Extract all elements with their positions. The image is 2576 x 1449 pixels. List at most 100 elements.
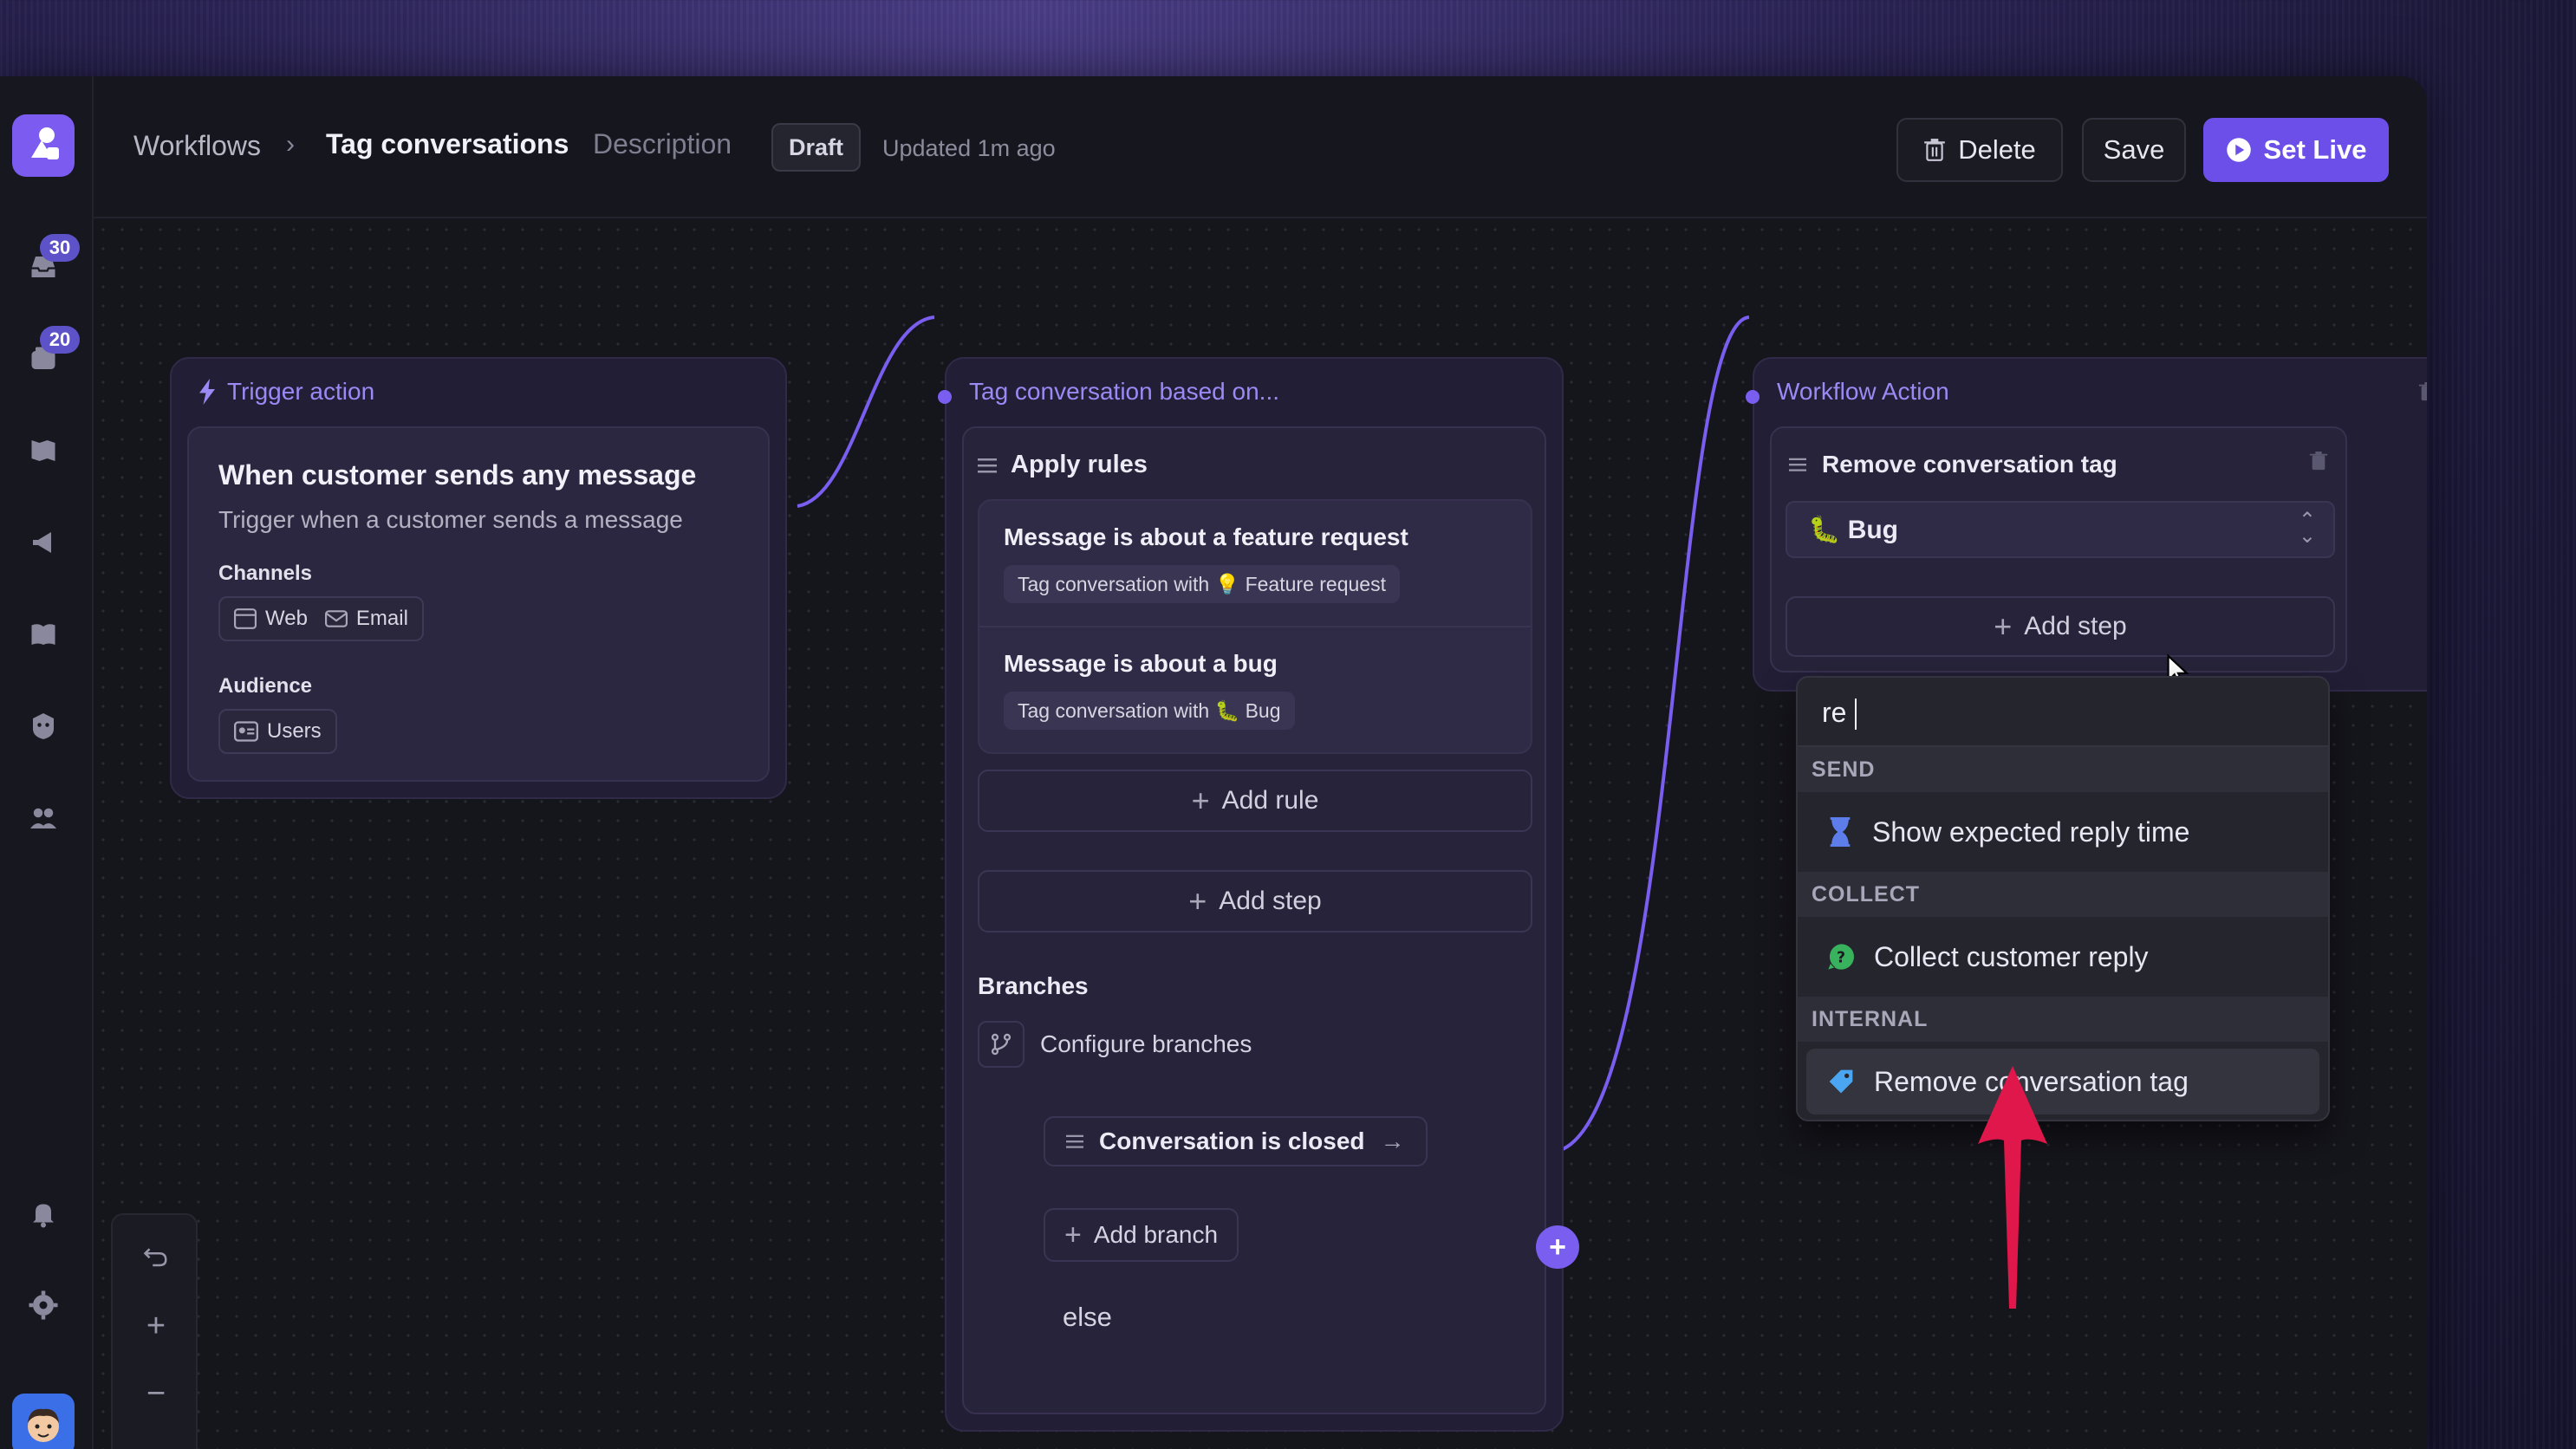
audience-users: Users — [267, 719, 322, 743]
tickets-count-badge: 20 — [40, 326, 80, 354]
settings-gear-icon[interactable] — [26, 1288, 61, 1322]
trigger-node[interactable]: Trigger action When customer sends any m… — [170, 357, 787, 799]
page-title[interactable]: Tag conversations — [326, 128, 569, 160]
add-rule-button[interactable]: + Add rule — [978, 770, 1532, 832]
menu-item-label: Show expected reply time — [1872, 815, 2190, 848]
users-icon — [234, 721, 258, 742]
branch-label: Conversation is closed — [1099, 1127, 1365, 1154]
contacts-icon[interactable] — [26, 801, 61, 835]
audience-chip[interactable]: Users — [218, 709, 337, 754]
tag-select[interactable]: 🐛 Bug ⌃ ⌄ — [1786, 501, 2335, 558]
add-step-label: Add step — [2024, 612, 2127, 640]
bot-icon[interactable] — [26, 709, 61, 744]
apply-rules-label: Apply rules — [1011, 451, 1148, 478]
web-icon — [234, 608, 257, 629]
drag-handle-icon[interactable] — [1066, 1134, 1083, 1149]
rule-action-wrap: Tag conversation with 💡 Feature request — [1004, 565, 1400, 603]
add-branch-button[interactable]: + Add branch — [1044, 1208, 1239, 1262]
workflow-header: Workflows › Tag conversations Descriptio… — [94, 76, 2427, 218]
trash-icon[interactable] — [2418, 381, 2427, 406]
configure-branches-button[interactable]: Configure branches — [978, 1021, 1252, 1068]
rules-node-header: Tag conversation based on... — [969, 378, 1280, 405]
trigger-node-header: Trigger action — [198, 378, 374, 406]
branch-item[interactable]: Conversation is closed → — [1044, 1116, 1428, 1166]
action-node[interactable]: Workflow Action Remove conversation tag … — [1746, 357, 2427, 692]
rule-item[interactable]: Message is about a feature request Tag c… — [979, 501, 1531, 627]
trigger-card[interactable]: When customer sends any message Trigger … — [187, 426, 770, 782]
zoom-controls: + − — [111, 1213, 198, 1449]
description-field[interactable]: Description — [593, 128, 732, 160]
menu-item-label: Collect customer reply — [1874, 940, 2149, 972]
annotation-arrow — [1978, 1066, 2047, 1309]
plus-icon: + — [1191, 783, 1210, 818]
channels-chip[interactable]: Web Email — [218, 596, 424, 641]
zoom-out-icon[interactable]: − — [139, 1375, 173, 1412]
trash-icon[interactable] — [2309, 451, 2328, 476]
email-icon — [324, 610, 348, 627]
arrow-right-icon: → — [1380, 1127, 1405, 1154]
add-step-button[interactable]: + Add step — [1786, 596, 2335, 657]
updated-timestamp: Updated 1m ago — [882, 135, 1056, 161]
branch-icon — [978, 1021, 1025, 1068]
section-internal: INTERNAL — [1798, 997, 2328, 1042]
set-live-button[interactable]: Set Live — [2203, 118, 2389, 182]
apply-rules-header[interactable]: Apply rules — [978, 451, 1148, 479]
reports-icon[interactable] — [26, 433, 61, 468]
apply-rules-card: Apply rules Message is about a feature r… — [962, 426, 1546, 1414]
zoom-in-icon[interactable]: + — [139, 1308, 173, 1344]
save-button-label: Save — [2103, 134, 2165, 165]
channel-email: Email — [355, 607, 408, 630]
lightning-icon — [199, 379, 215, 405]
action-step-title: Remove conversation tag — [1822, 451, 2117, 478]
add-rule-label: Add rule — [1221, 786, 1319, 815]
step-search-value: re — [1822, 697, 1847, 728]
inbox-count-badge: 30 — [40, 234, 80, 262]
knowledge-base-icon[interactable] — [26, 617, 61, 652]
action-step-header[interactable]: Remove conversation tag — [1789, 451, 2117, 478]
add-else-step-button[interactable]: + — [1536, 1225, 1579, 1269]
configure-branches-label: Configure branches — [1040, 1030, 1252, 1057]
rule-action-chip: Tag conversation with 💡 Feature request — [1004, 565, 1400, 603]
audience-label: Audience — [218, 674, 313, 698]
drag-handle-icon[interactable] — [978, 458, 997, 473]
channels-label: Channels — [218, 562, 313, 585]
plus-icon: + — [1188, 883, 1207, 919]
step-picker-dropdown: re SEND Show expected reply time COLLECT… — [1796, 676, 2330, 1121]
status-badge: Draft — [771, 123, 862, 172]
action-node-header: Workflow Action — [1777, 378, 1949, 405]
input-port[interactable] — [1746, 390, 1760, 404]
step-search-input[interactable]: re — [1798, 678, 2328, 747]
input-port[interactable] — [938, 390, 952, 404]
notifications-icon[interactable] — [26, 1196, 61, 1231]
plus-icon: + — [1064, 1218, 1082, 1251]
delete-button-label: Delete — [1958, 134, 2036, 165]
user-avatar[interactable] — [12, 1394, 75, 1449]
trigger-node-title: Trigger action — [227, 378, 375, 405]
delete-button[interactable]: Delete — [1896, 118, 2063, 182]
breadcrumb-workflows[interactable]: Workflows — [133, 130, 261, 162]
trigger-title: When customer sends any message — [218, 459, 697, 491]
question-bubble-icon: ? — [1828, 944, 1854, 970]
drag-handle-icon[interactable] — [1789, 457, 1806, 472]
rule-item[interactable]: Message is about a bug Tag conversation … — [979, 627, 1531, 756]
svg-text:?: ? — [1837, 950, 1845, 967]
action-step-card: Remove conversation tag 🐛 Bug ⌃ ⌄ + Add s… — [1770, 426, 2347, 673]
menu-item-collect-customer-reply[interactable]: ? Collect customer reply — [1806, 924, 2319, 990]
app-logo[interactable] — [12, 114, 75, 177]
rule-title: Message is about a bug — [1004, 650, 1278, 677]
add-step-label: Add step — [1219, 887, 1322, 915]
add-step-button[interactable]: + Add step — [978, 870, 1532, 932]
rules-node[interactable]: Tag conversation based on... Apply rules… — [938, 357, 1579, 1432]
inbox-icon[interactable]: 30 — [26, 234, 80, 284]
channel-web: Web — [265, 607, 308, 630]
campaigns-icon[interactable] — [26, 525, 61, 560]
menu-item-show-expected-reply-time[interactable]: Show expected reply time — [1806, 799, 2319, 865]
save-button[interactable]: Save — [2082, 118, 2186, 182]
rule-action-chip: Tag conversation with 🐛 Bug — [1004, 692, 1295, 730]
undo-icon[interactable] — [139, 1239, 173, 1274]
fit-view-icon[interactable] — [139, 1444, 173, 1449]
tickets-icon[interactable]: 20 — [26, 326, 80, 376]
play-icon — [2226, 138, 2251, 162]
add-branch-label: Add branch — [1093, 1221, 1219, 1248]
section-collect: COLLECT — [1798, 872, 2328, 917]
